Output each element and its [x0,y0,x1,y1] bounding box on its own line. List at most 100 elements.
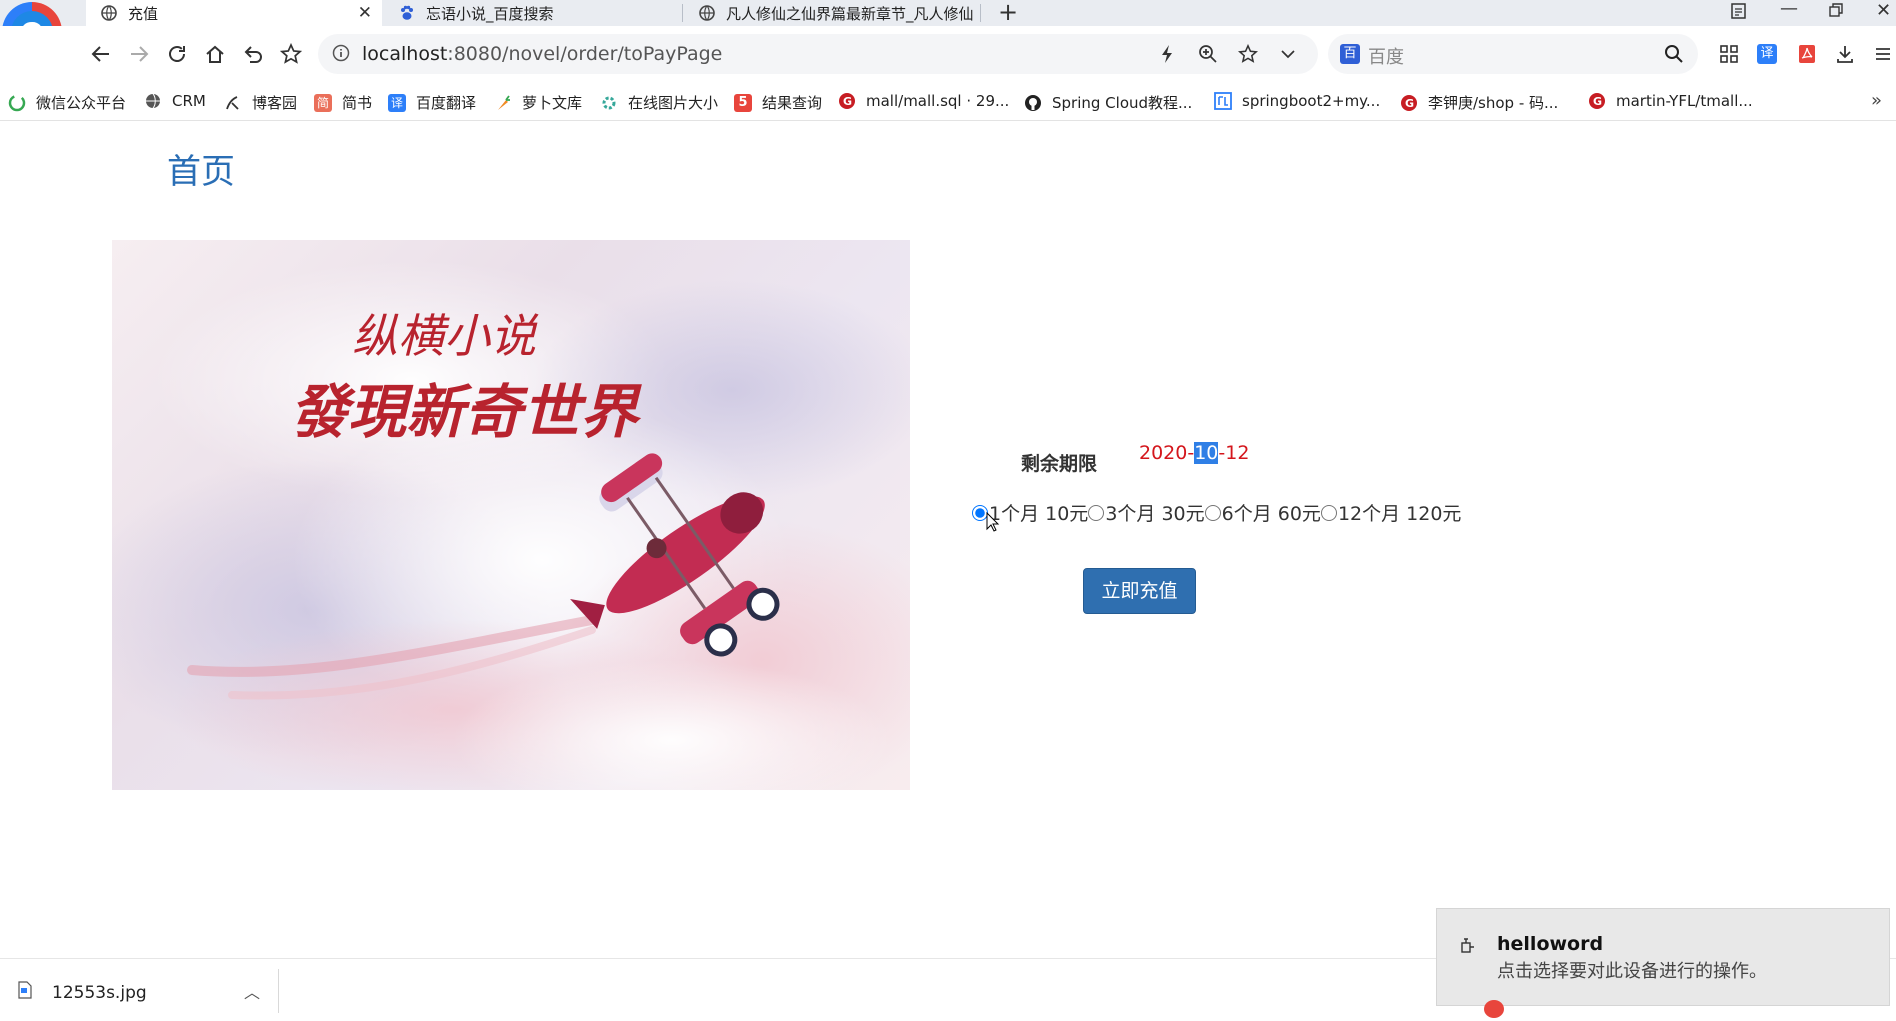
globe-icon [144,92,162,110]
info-icon[interactable] [332,44,350,66]
new-tab-icon[interactable]: + [998,0,1018,26]
plan-label: 6个月 60元 [1221,503,1321,525]
tab-separator [980,4,981,22]
search-box[interactable]: 百 百度 [1328,34,1698,74]
bookmark-item[interactable]: 译 百度翻译 [388,92,476,113]
address-bar[interactable]: localhost:8080/novel/order/toPayPage [318,34,1318,74]
banner-illustration: 纵横小说 發現新奇世界 [112,260,910,790]
plan-radio[interactable] [1088,504,1105,521]
apps-grid-icon[interactable] [1716,41,1742,67]
minimize-icon[interactable]: — [1780,0,1798,19]
tab-separator [682,4,683,22]
svg-text:G: G [843,95,852,108]
undo-icon[interactable] [240,41,266,67]
date-day: -12 [1218,442,1250,464]
bookmark-item[interactable]: G 李钾庚/shop - 码... [1400,92,1558,113]
banner-image: 纵横小说 發現新奇世界 [112,240,910,790]
home-icon[interactable] [202,41,228,67]
star-icon[interactable] [278,41,304,67]
lightning-icon[interactable] [1160,44,1174,68]
recharge-now-button[interactable]: 立即充值 [1083,568,1196,614]
bookmark-item[interactable]: CRM [144,92,206,110]
bookmark-label: martin-YFL/tmall... [1616,92,1753,110]
browser-logo-letter: e [19,10,45,51]
date-year: 2020- [1139,442,1195,464]
mouse-cursor-icon [986,512,1000,532]
bookmark-item[interactable]: springboot2+my... [1214,92,1380,110]
url-text[interactable]: localhost:8080/novel/order/toPayPage [362,43,722,65]
chevron-right-double-icon[interactable]: » [1871,90,1882,111]
github-icon [1024,94,1042,112]
search-placeholder: 百度 [1368,47,1404,68]
plan-option-6-months[interactable]: 6个月 60元 [1204,499,1321,526]
forward-icon[interactable] [126,41,152,67]
bookmark-item[interactable]: G martin-YFL/tmall... [1588,92,1753,110]
download-icon[interactable] [1832,41,1858,67]
tab-title: 充值 [128,4,159,23]
tray-icon[interactable] [1484,1000,1504,1018]
url-host: localhost [362,43,448,65]
bookmark-item[interactable]: 简 简书 [314,92,372,113]
banner-title-line2: 發現新奇世界 [290,378,642,446]
tab-strip: 充值 ✕ 忘语小说_百度搜索 凡人修仙之仙界篇最新章节_凡人修仙 + — ✕ [0,0,1896,26]
navigation-bar: localhost:8080/novel/order/toPayPage 百 百… [0,26,1896,84]
download-filename[interactable]: 12553s.jpg [52,983,147,1003]
plan-option-3-months[interactable]: 3个月 30元 [1088,499,1205,526]
back-icon[interactable] [88,41,114,67]
svg-text:G: G [1593,95,1602,108]
window-close-icon[interactable]: ✕ [1876,0,1891,21]
cnblogs-icon [224,94,242,112]
gitee-icon: G [838,92,856,110]
usb-device-icon [1459,937,1477,959]
bookmark-label: 简书 [342,94,373,112]
pdf-icon[interactable] [1794,41,1820,67]
plan-option-12-months[interactable]: 12个月 120元 [1320,499,1461,526]
banner-title-line1: 纵横小说 [352,309,539,363]
zoom-icon[interactable] [1198,44,1218,68]
gear-icon [600,94,618,112]
search-icon[interactable] [1664,44,1684,68]
date-month-selected: 10 [1194,442,1219,464]
bookmark-label: springboot2+my... [1242,92,1381,110]
tab-baidu-search[interactable]: 忘语小说_百度搜索 [384,0,680,26]
translate-icon[interactable]: 译 [1754,41,1780,67]
close-icon[interactable]: ✕ [358,3,372,23]
chevron-down-icon[interactable] [1280,46,1296,65]
gitee-icon: G [1400,94,1418,112]
plan-radio[interactable] [1204,504,1221,521]
bookmark-star-icon[interactable] [1237,43,1259,68]
tab-recharge[interactable]: 充值 ✕ [86,0,382,26]
globe-icon [698,4,716,22]
bookmarks-bar: 微信公众平台 CRM 博客园 简 简书 译 百度翻译 萝卜文库 在线图片大小 5… [0,84,1896,121]
notes-icon[interactable] [1730,2,1748,25]
bookmark-item[interactable]: 5 结果查询 [734,92,822,113]
bookmark-label: mall/mall.sql · 29... [866,92,1010,110]
bookmark-item[interactable]: 博客园 [224,92,297,113]
bookmark-item[interactable]: 萝卜文库 [494,92,582,113]
jianshu-icon: 简 [314,93,332,112]
bookmark-label: 李钾庚/shop - 码... [1428,94,1559,112]
bookmark-item[interactable]: 在线图片大小 [600,92,718,113]
plan-label: 1个月 10元 [989,503,1089,525]
url-path: :8080/novel/order/toPayPage [447,43,723,65]
bookmark-item[interactable]: G mall/mall.sql · 29... [838,92,1009,110]
remaining-term-label: 剩余期限 [1021,453,1098,475]
reload-icon[interactable] [164,41,190,67]
bookmark-item[interactable]: Spring Cloud教程... [1024,92,1192,113]
gitee-icon: G [1588,92,1606,110]
plan-radio[interactable] [1320,504,1337,521]
tab-novel-chapter[interactable]: 凡人修仙之仙界篇最新章节_凡人修仙 [684,0,980,26]
plan-label: 3个月 30元 [1105,503,1205,525]
bookmark-label: 在线图片大小 [628,94,719,112]
notification-title: helloword [1497,933,1604,955]
chevron-up-icon[interactable]: ︿ [244,979,260,1003]
restore-icon[interactable] [1828,2,1844,23]
notification-body: 点击选择要对此设备进行的操作。 [1497,961,1767,982]
svg-text:G: G [1405,97,1414,110]
menu-icon[interactable] [1870,41,1896,67]
home-link[interactable]: 首页 [167,144,235,193]
remaining-term-date: 2020-10-12 [1139,442,1249,464]
bookmark-item[interactable]: 微信公众平台 [8,92,126,113]
notification-toast[interactable]: helloword 点击选择要对此设备进行的操作。 [1436,908,1890,1006]
bookmark-label: 微信公众平台 [36,94,127,112]
